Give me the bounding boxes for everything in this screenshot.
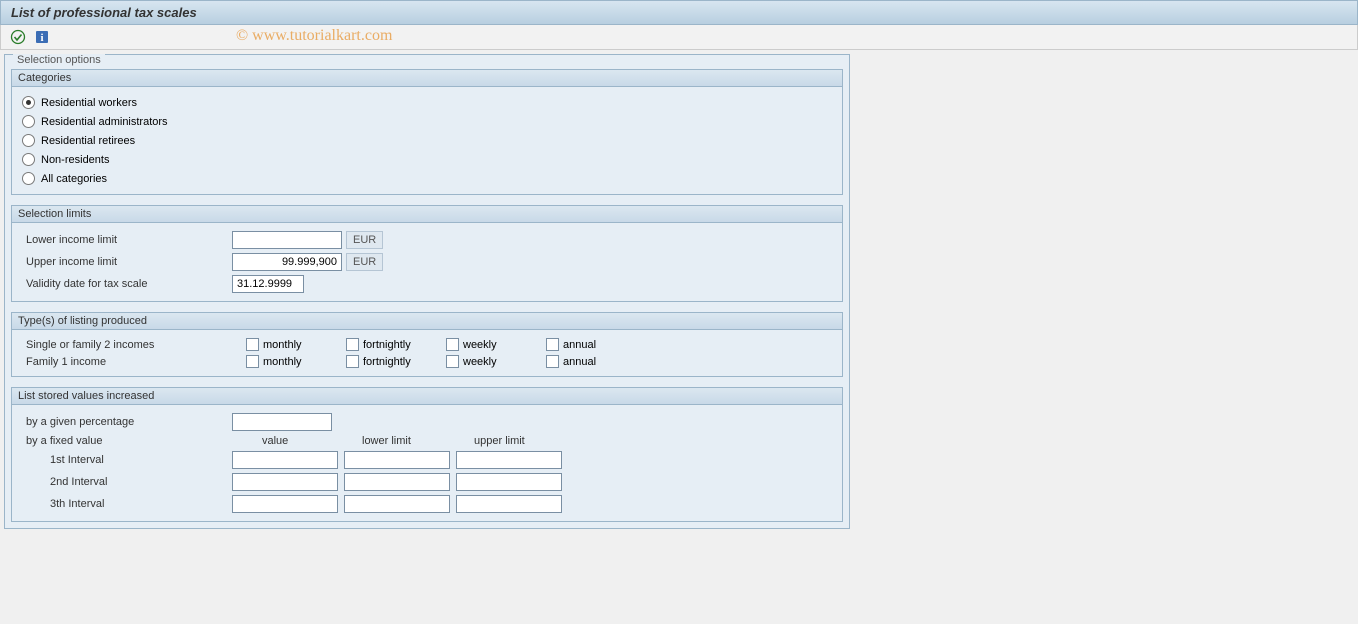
checkbox-weekly-2[interactable] xyxy=(446,355,459,368)
upper-limit-input[interactable] xyxy=(232,253,342,271)
selection-options-label: Selection options xyxy=(13,54,105,66)
checkbox-fortnightly[interactable] xyxy=(346,338,359,351)
interval-2-lower[interactable] xyxy=(344,473,450,491)
increased-content: by a given percentage by a fixed value v… xyxy=(12,405,842,521)
upper-limit-label: Upper income limit xyxy=(22,256,232,268)
col-upper-header: upper limit xyxy=(456,435,568,447)
listing-row-label: Single or family 2 incomes xyxy=(22,339,246,351)
interval-3-upper[interactable] xyxy=(456,495,562,513)
lower-limit-currency: EUR xyxy=(346,231,383,249)
checkbox-fortnightly-label: fortnightly xyxy=(363,356,411,368)
categories-content: Residential workers Residential administ… xyxy=(12,87,842,194)
watermark: © www.tutorialkart.com xyxy=(236,27,392,45)
radio-label: Residential workers xyxy=(41,97,137,109)
selection-limits-group: Selection limits Lower income limit EUR … xyxy=(11,205,843,302)
lower-limit-row: Lower income limit EUR xyxy=(22,229,832,251)
categories-title: Categories xyxy=(12,70,842,87)
interval-1-lower[interactable] xyxy=(344,451,450,469)
fixed-label: by a fixed value xyxy=(22,435,232,447)
selection-options-panel: Selection options Categories Residential… xyxy=(4,54,850,529)
checkbox-weekly[interactable] xyxy=(446,338,459,351)
interval-3-value[interactable] xyxy=(232,495,338,513)
radio-icon xyxy=(22,115,35,128)
checkbox-weekly-label: weekly xyxy=(463,356,497,368)
checkbox-annual-label: annual xyxy=(563,339,596,351)
interval-label: 3th Interval xyxy=(22,498,232,510)
selection-limits-title: Selection limits xyxy=(12,206,842,223)
radio-label: Residential retirees xyxy=(41,135,135,147)
interval-1-value[interactable] xyxy=(232,451,338,469)
checkbox-weekly-cell: weekly xyxy=(446,338,546,351)
app-toolbar: i © www.tutorialkart.com xyxy=(0,25,1358,50)
col-value-header: value xyxy=(232,435,344,447)
checkbox-annual-cell: annual xyxy=(546,355,646,368)
radio-label: Non-residents xyxy=(41,154,109,166)
upper-limit-row: Upper income limit EUR xyxy=(22,251,832,273)
checkbox-fortnightly-cell: fortnightly xyxy=(346,338,446,351)
listing-types-group: Type(s) of listing produced Single or fa… xyxy=(11,312,843,377)
radio-icon xyxy=(22,153,35,166)
radio-label: All categories xyxy=(41,173,107,185)
increased-title: List stored values increased xyxy=(12,388,842,405)
svg-text:i: i xyxy=(40,32,43,44)
checkbox-annual[interactable] xyxy=(546,338,559,351)
checkbox-annual-2[interactable] xyxy=(546,355,559,368)
lower-limit-label: Lower income limit xyxy=(22,234,232,246)
listing-types-title: Type(s) of listing produced xyxy=(12,313,842,330)
listing-row-single: Single or family 2 incomes monthly fortn… xyxy=(22,336,832,353)
interval-1-upper[interactable] xyxy=(456,451,562,469)
radio-icon xyxy=(22,172,35,185)
checkbox-annual-label: annual xyxy=(563,356,596,368)
checkbox-weekly-cell: weekly xyxy=(446,355,546,368)
lower-limit-input[interactable] xyxy=(232,231,342,249)
checkbox-monthly-cell: monthly xyxy=(246,355,346,368)
interval-label: 1st Interval xyxy=(22,454,232,466)
window-title: List of professional tax scales xyxy=(11,5,197,20)
checkbox-monthly-2[interactable] xyxy=(246,355,259,368)
info-icon[interactable]: i xyxy=(33,28,51,46)
radio-residential-administrators[interactable]: Residential administrators xyxy=(22,112,832,131)
checkbox-fortnightly-label: fortnightly xyxy=(363,339,411,351)
interval-3-lower[interactable] xyxy=(344,495,450,513)
radio-non-residents[interactable]: Non-residents xyxy=(22,150,832,169)
validity-date-label: Validity date for tax scale xyxy=(22,278,232,290)
interval-label: 2nd Interval xyxy=(22,476,232,488)
validity-date-input[interactable] xyxy=(232,275,304,293)
radio-label: Residential administrators xyxy=(41,116,168,128)
checkbox-monthly-cell: monthly xyxy=(246,338,346,351)
checkbox-monthly-label: monthly xyxy=(263,356,302,368)
interval-2-upper[interactable] xyxy=(456,473,562,491)
checkbox-monthly-label: monthly xyxy=(263,339,302,351)
interval-2-value[interactable] xyxy=(232,473,338,491)
percentage-row: by a given percentage xyxy=(22,411,832,433)
interval-row-2: 2nd Interval xyxy=(22,471,832,493)
categories-group: Categories Residential workers Residenti… xyxy=(11,69,843,195)
radio-all-categories[interactable]: All categories xyxy=(22,169,832,188)
listing-row-label: Family 1 income xyxy=(22,356,246,368)
selection-limits-content: Lower income limit EUR Upper income limi… xyxy=(12,223,842,301)
radio-icon xyxy=(22,96,35,109)
checkbox-monthly[interactable] xyxy=(246,338,259,351)
interval-row-1: 1st Interval xyxy=(22,449,832,471)
execute-icon[interactable] xyxy=(9,28,27,46)
col-lower-header: lower limit xyxy=(344,435,456,447)
window-title-bar: List of professional tax scales xyxy=(0,0,1358,25)
radio-residential-workers[interactable]: Residential workers xyxy=(22,93,832,112)
interval-row-3: 3th Interval xyxy=(22,493,832,515)
listing-types-content: Single or family 2 incomes monthly fortn… xyxy=(12,330,842,376)
checkbox-fortnightly-cell: fortnightly xyxy=(346,355,446,368)
percentage-label: by a given percentage xyxy=(22,416,232,428)
percentage-input[interactable] xyxy=(232,413,332,431)
checkbox-weekly-label: weekly xyxy=(463,339,497,351)
checkbox-fortnightly-2[interactable] xyxy=(346,355,359,368)
increased-group: List stored values increased by a given … xyxy=(11,387,843,522)
fixed-header-row: by a fixed value value lower limit upper… xyxy=(22,433,832,449)
listing-row-family1: Family 1 income monthly fortnightly week… xyxy=(22,353,832,370)
upper-limit-currency: EUR xyxy=(346,253,383,271)
radio-icon xyxy=(22,134,35,147)
validity-date-row: Validity date for tax scale xyxy=(22,273,832,295)
checkbox-annual-cell: annual xyxy=(546,338,646,351)
radio-residential-retirees[interactable]: Residential retirees xyxy=(22,131,832,150)
